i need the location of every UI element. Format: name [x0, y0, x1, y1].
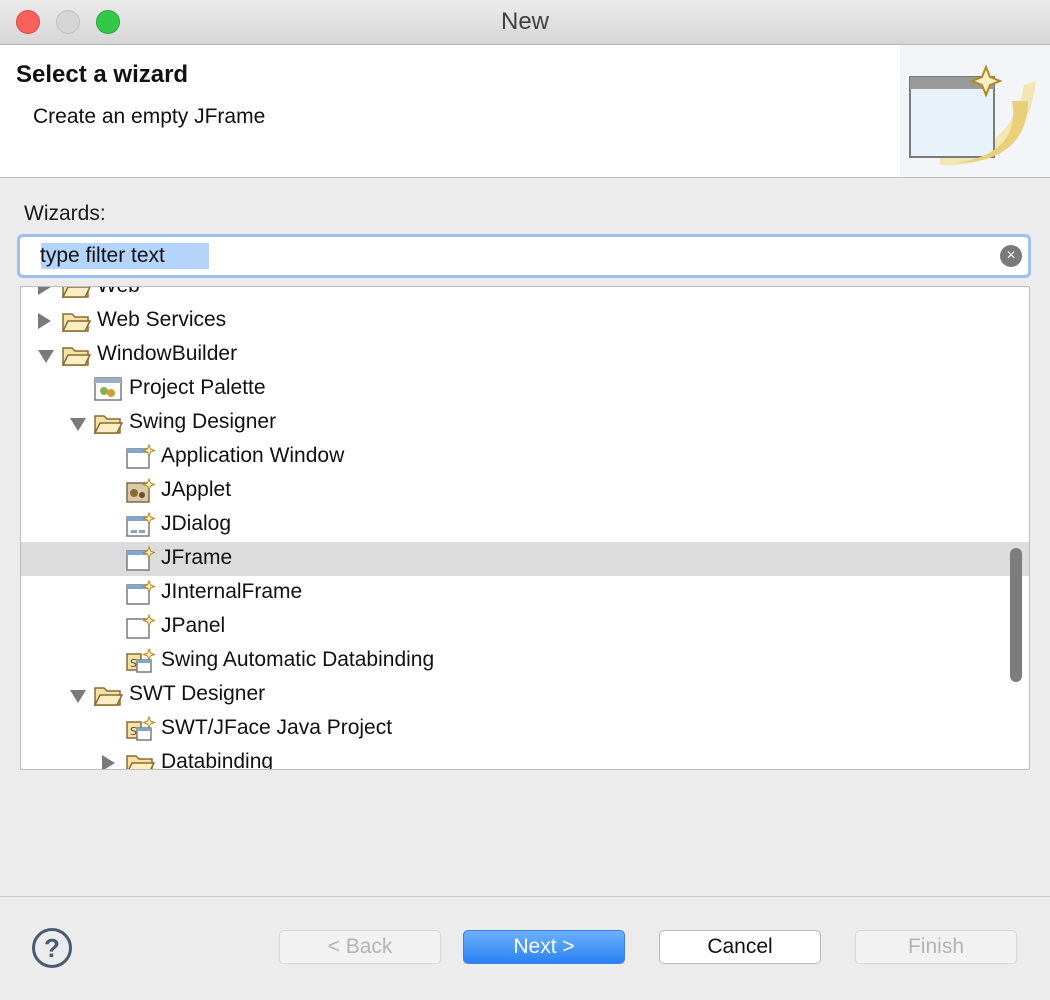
wizards-label: Wizards: [24, 202, 106, 225]
collapsed-arrow-icon[interactable] [38, 287, 51, 295]
collapsed-arrow-icon[interactable] [102, 755, 115, 769]
cancel-button[interactable]: Cancel [659, 930, 821, 964]
tree-item-label: Web [97, 287, 140, 298]
tree-item[interactable]: JApplet [21, 474, 1029, 508]
tree-scrollbar[interactable] [1010, 548, 1022, 682]
expanded-arrow-icon[interactable] [70, 418, 86, 431]
tree-item[interactable]: S SWT/JFace Java Project [21, 712, 1029, 746]
clear-filter-icon[interactable]: × [1000, 245, 1022, 267]
tree-item[interactable]: Project Palette [21, 372, 1029, 406]
tree-item[interactable]: JFrame [21, 542, 1029, 576]
tree-item-label: JFrame [161, 546, 233, 569]
folder-icon [61, 342, 92, 368]
tree-item[interactable]: Databinding [21, 746, 1029, 770]
tree-item-label: Databinding [161, 750, 274, 770]
folder-icon [93, 410, 124, 436]
applet-icon [125, 477, 156, 504]
wizard-banner-icon [900, 45, 1050, 177]
tree-item-label: Swing Automatic Databinding [161, 648, 435, 671]
tree-item-label: SWT/JFace Java Project [161, 716, 393, 739]
folder-icon [61, 308, 92, 334]
window-icon [125, 545, 156, 572]
tree-item-label: Application Window [161, 444, 345, 467]
databinding-icon: S [125, 715, 156, 742]
filter-field: × [17, 234, 1031, 278]
finish-button[interactable]: Finish [855, 930, 1017, 964]
help-icon[interactable]: ? [32, 928, 72, 968]
tree-item-label: JInternalFrame [161, 580, 303, 603]
title-bar: New [0, 0, 1050, 45]
folder-icon [93, 682, 124, 708]
expanded-arrow-icon[interactable] [70, 690, 86, 703]
back-button[interactable]: < Back [279, 930, 441, 964]
tree-item-label: WindowBuilder [97, 342, 238, 365]
palette-icon [93, 376, 123, 402]
svg-text:S: S [130, 657, 137, 670]
tree-item[interactable]: WindowBuilder [21, 338, 1029, 372]
wizard-tree: Web Web Services WindowBuilder Project Pale… [20, 286, 1030, 770]
folder-icon [61, 287, 91, 300]
tree-item-label: Project Palette [129, 376, 266, 399]
tree-item[interactable]: S Swing Automatic Databinding [21, 644, 1029, 678]
tree-item[interactable]: Web Services [21, 304, 1029, 338]
tree-item-label: Swing Designer [129, 410, 277, 433]
databinding-icon: S [125, 647, 156, 674]
tree-item-label: JPanel [161, 614, 226, 637]
header-description: Create an empty JFrame [33, 105, 266, 128]
tree-item-label: JApplet [161, 478, 232, 501]
header-title: Select a wizard [16, 61, 189, 88]
next-button[interactable]: Next > [463, 930, 625, 964]
filter-input[interactable] [20, 237, 1000, 275]
folder-icon [125, 750, 156, 769]
window-icon [125, 579, 156, 606]
svg-text:S: S [130, 725, 137, 738]
tree-item[interactable]: Application Window [21, 440, 1029, 474]
tree-item[interactable]: SWT Designer [21, 678, 1029, 712]
tree-item-label: JDialog [161, 512, 232, 535]
panel-icon [125, 613, 156, 640]
tree-item[interactable]: Web [21, 287, 1029, 304]
wizard-header: Select a wizard Create an empty JFrame [0, 45, 1050, 178]
window-icon [125, 443, 156, 470]
tree-item[interactable]: JInternalFrame [21, 576, 1029, 610]
dialog-icon [125, 511, 156, 538]
tree-item[interactable]: JPanel [21, 610, 1029, 644]
window-title: New [500, 8, 549, 35]
tree-item[interactable]: JDialog [21, 508, 1029, 542]
tree-item-label: SWT Designer [129, 682, 266, 705]
tree-item[interactable]: Swing Designer [21, 406, 1029, 440]
tree-item-label: Web Services [97, 308, 227, 331]
collapsed-arrow-icon[interactable] [38, 313, 51, 329]
footer-divider [0, 896, 1050, 897]
expanded-arrow-icon[interactable] [38, 350, 54, 363]
